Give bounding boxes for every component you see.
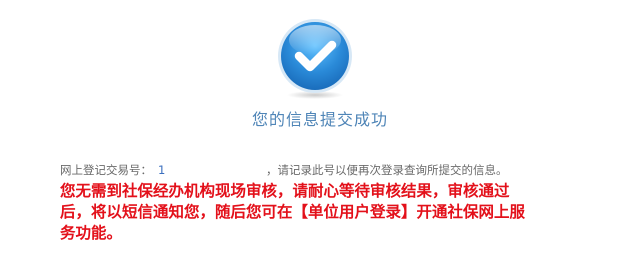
registration-label: 网上登记交易号： [60, 163, 152, 177]
registration-info: 网上登记交易号： 1 ，请记录此号以便再次登录查询所提交的信息。 [60, 162, 508, 178]
check-circle-icon [278, 19, 352, 99]
review-notice: 您无需到社保经办机构现场审核，请耐心等待审核结果，审核通过后，将以短信通知您，随… [60, 182, 526, 242]
registration-number: 1 [158, 163, 166, 177]
registration-hint: ，请记录此号以便再次登录查询所提交的信息。 [266, 163, 508, 177]
success-title: 您的信息提交成功 [251, 110, 388, 129]
